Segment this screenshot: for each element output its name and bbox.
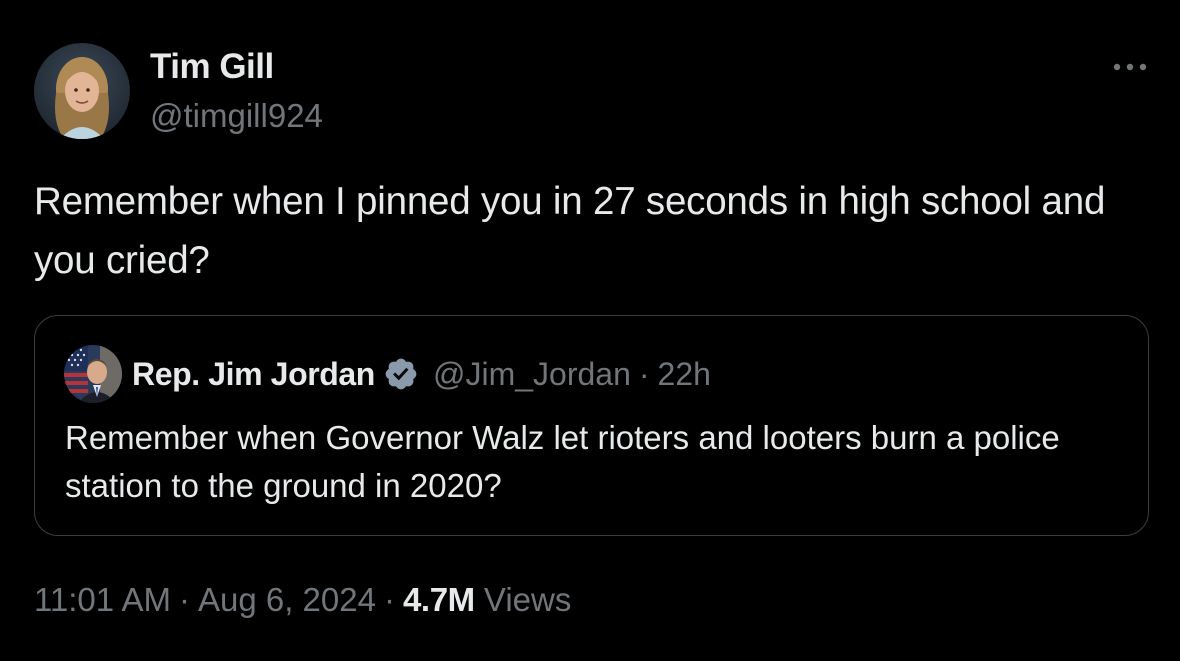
more-horizontal-icon — [1113, 63, 1147, 71]
quoted-author-name[interactable]: Rep. Jim Jordan — [132, 356, 375, 393]
tweet-date[interactable]: Aug 6, 2024 — [198, 581, 376, 618]
verified-badge-icon — [385, 358, 417, 390]
quoted-tweet-time[interactable]: 22h — [658, 356, 711, 393]
quoted-author-avatar[interactable] — [64, 345, 122, 403]
author-handle[interactable]: @timgill924 — [150, 95, 323, 137]
quoted-tweet-text: Remember when Governor Walz let rioters … — [65, 419, 1060, 504]
separator-dot: · — [638, 355, 650, 392]
quoted-author-handle[interactable]: @Jim_Jordan — [433, 356, 631, 393]
separator-dot: · — [178, 581, 190, 618]
tweet-text: Remember when I pinned you in 27 seconds… — [34, 180, 1106, 282]
views-count[interactable]: 4.7M — [403, 581, 475, 618]
quoted-tweet-header: Rep. Jim Jordan @Jim_Jordan · 22h — [132, 351, 711, 397]
quoted-tweet-card[interactable]: Rep. Jim Jordan @Jim_Jordan · 22h Rememb… — [34, 315, 1149, 536]
more-options-button[interactable] — [1108, 52, 1152, 82]
views-label[interactable]: Views — [484, 581, 571, 618]
tweet-time[interactable]: 11:01 AM — [34, 581, 171, 618]
author-avatar[interactable] — [34, 43, 130, 139]
separator-dot: · — [383, 581, 395, 618]
tweet-metadata: 11:01 AM · Aug 6, 2024 · 4.7M Views — [34, 577, 571, 623]
author-name[interactable]: Tim Gill — [150, 46, 274, 88]
